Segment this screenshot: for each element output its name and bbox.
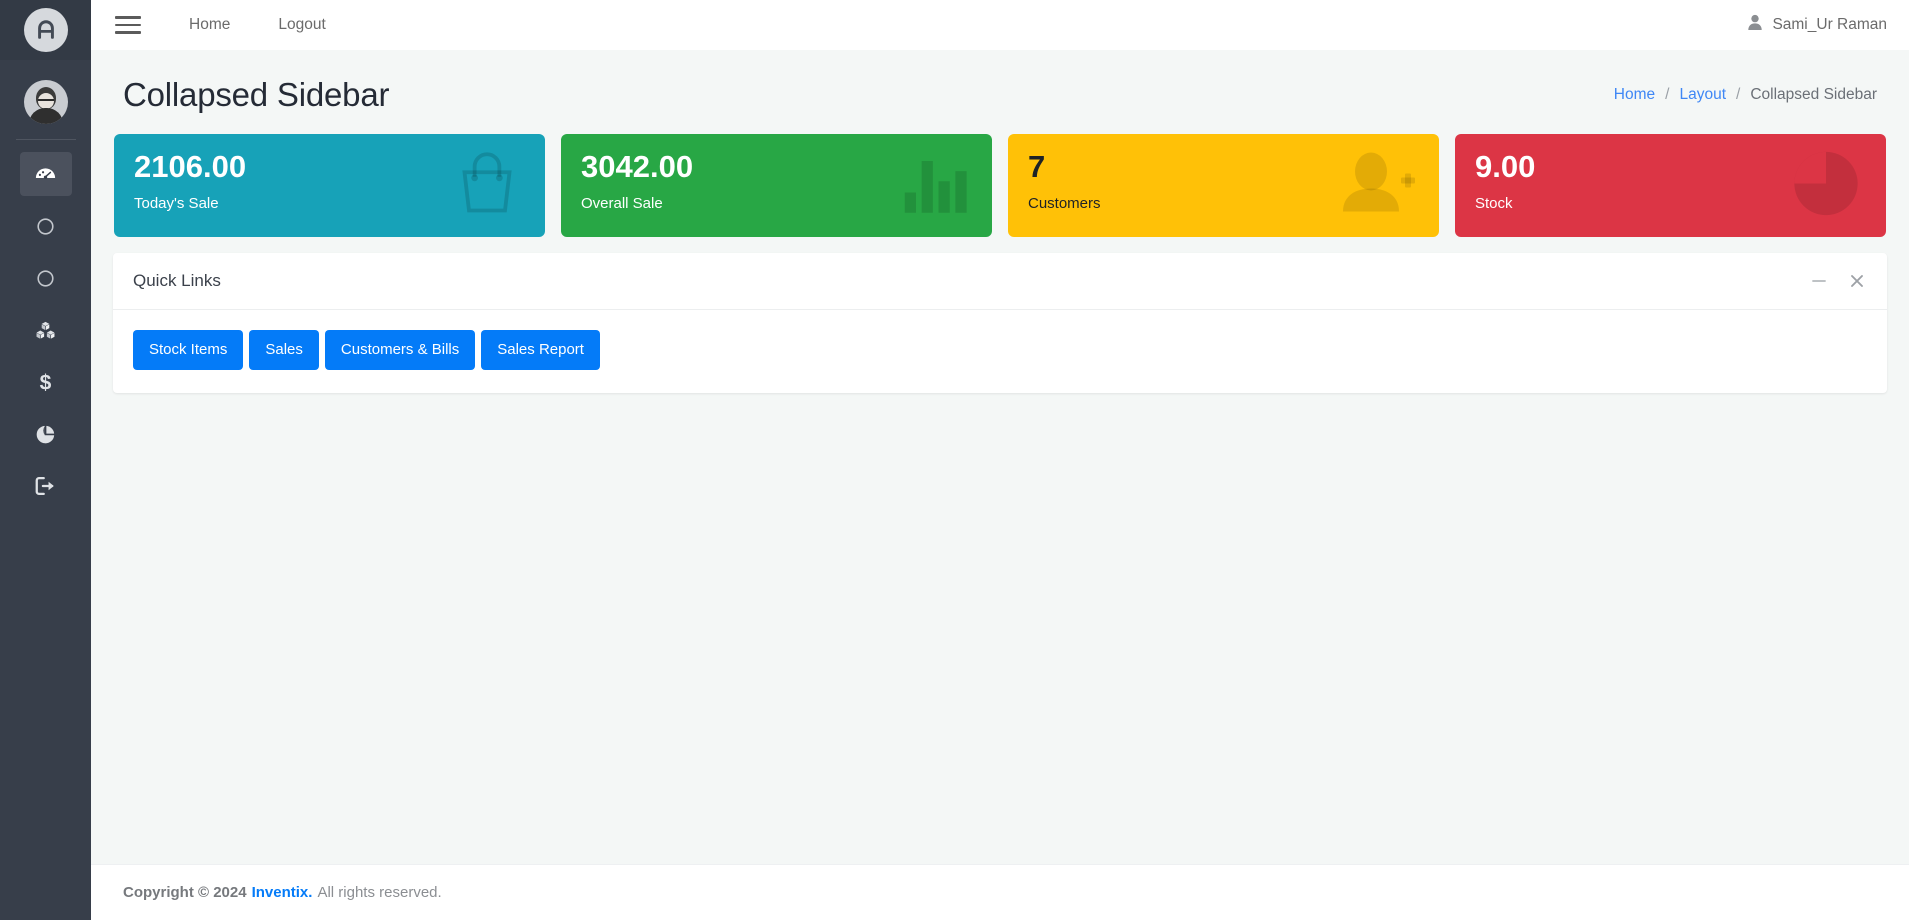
- dollar-sign-icon: $: [38, 370, 53, 395]
- panel-header: Quick Links: [113, 253, 1887, 310]
- avatar-body: [28, 108, 63, 124]
- user-menu[interactable]: Sami_Ur Raman: [1747, 14, 1887, 36]
- hamburger-bar: [115, 31, 141, 34]
- topbar: Home Logout Sami_Ur Raman: [91, 0, 1909, 50]
- topbar-right: Sami_Ur Raman: [1747, 14, 1887, 36]
- footer-copyright: Copyright © 2024: [123, 884, 247, 901]
- topbar-link-home[interactable]: Home: [165, 0, 254, 50]
- avatar: [23, 80, 68, 124]
- panel-tools: [1811, 273, 1865, 289]
- stat-label: Overall Sale: [581, 195, 663, 213]
- circle-icon: [36, 269, 55, 288]
- pie-chart-icon: [35, 424, 56, 445]
- sidebar-item-circle-1[interactable]: [20, 204, 72, 248]
- hamburger-bar: [115, 16, 141, 19]
- footer: Copyright © 2024 Inventix. All rights re…: [91, 864, 1909, 920]
- sidebar-nav: $: [0, 152, 91, 508]
- topbar-link-logout[interactable]: Logout: [254, 0, 349, 50]
- sidebar-item-dashboard[interactable]: [19, 152, 72, 196]
- footer-rights: All rights reserved.: [317, 884, 442, 901]
- topbar-nav: Home Logout: [165, 0, 350, 50]
- stat-card-stock[interactable]: 9.00 Stock: [1455, 134, 1886, 237]
- breadcrumb: Home / Layout / Collapsed Sidebar: [1614, 86, 1877, 104]
- panel-title: Quick Links: [133, 271, 221, 290]
- svg-text:$: $: [40, 372, 52, 395]
- stat-label: Stock: [1475, 195, 1513, 213]
- sidebar-item-reports[interactable]: [20, 412, 72, 456]
- panel-body: Stock Items Sales Customers & Bills Sale…: [113, 310, 1887, 393]
- stat-value: 7: [1028, 149, 1046, 184]
- sidebar-divider: [15, 139, 76, 140]
- sidebar-item-circle-2[interactable]: [20, 256, 72, 300]
- quick-link-customers-bills[interactable]: Customers & Bills: [324, 330, 476, 371]
- sidebar-brand[interactable]: [0, 0, 91, 60]
- stat-cards: 2106.00 Today's Sale 3042.00 Overall Sal…: [113, 134, 1887, 237]
- user-icon: [1747, 14, 1763, 36]
- page-header: Collapsed Sidebar Home / Layout / Collap…: [113, 50, 1887, 134]
- stat-card-overall-sale[interactable]: 3042.00 Overall Sale: [561, 134, 992, 237]
- quick-link-sales-report[interactable]: Sales Report: [481, 330, 600, 371]
- sidebar-item-sales[interactable]: $: [20, 360, 72, 404]
- quick-links-panel: Quick Links Stock Items Sales Customers …: [113, 253, 1887, 394]
- page-title: Collapsed Sidebar: [123, 76, 390, 113]
- sidebar-avatar[interactable]: [0, 71, 91, 133]
- avatar-glasses: [37, 99, 54, 103]
- breadcrumb-home[interactable]: Home: [1614, 86, 1655, 104]
- sidebar-item-logout[interactable]: [20, 464, 72, 508]
- close-icon[interactable]: [1849, 273, 1865, 289]
- sign-out-icon: [35, 476, 56, 496]
- sidebar: $: [0, 0, 91, 920]
- footer-brand[interactable]: Inventix.: [252, 884, 313, 901]
- content-area: Collapsed Sidebar Home / Layout / Collap…: [91, 50, 1909, 864]
- user-name: Sami_Ur Raman: [1772, 16, 1887, 33]
- breadcrumb-separator: /: [1665, 86, 1670, 103]
- breadcrumb-separator: /: [1736, 86, 1741, 103]
- sidebar-item-stock[interactable]: [20, 308, 72, 352]
- circle-icon: [36, 217, 55, 236]
- main-area: Home Logout Sami_Ur Raman Collapsed Side…: [91, 0, 1909, 920]
- stat-label: Customers: [1028, 195, 1101, 213]
- hamburger-icon[interactable]: [115, 12, 141, 38]
- breadcrumb-layout[interactable]: Layout: [1679, 86, 1726, 104]
- stat-value: 3042.00: [581, 149, 694, 184]
- minus-icon[interactable]: [1811, 273, 1827, 289]
- hamburger-bar: [115, 23, 141, 27]
- stat-card-customers[interactable]: 7 Customers: [1008, 134, 1439, 237]
- quick-link-stock-items[interactable]: Stock Items: [133, 330, 244, 371]
- tachometer-icon: [35, 164, 56, 185]
- quick-link-sales[interactable]: Sales: [249, 330, 319, 371]
- app-logo-icon: [23, 8, 68, 52]
- stat-label: Today's Sale: [134, 195, 219, 213]
- stat-value: 2106.00: [134, 149, 247, 184]
- stat-card-todays-sale[interactable]: 2106.00 Today's Sale: [114, 134, 545, 237]
- cubes-icon: [35, 321, 56, 340]
- stat-value: 9.00: [1475, 149, 1536, 184]
- breadcrumb-current: Collapsed Sidebar: [1750, 86, 1877, 103]
